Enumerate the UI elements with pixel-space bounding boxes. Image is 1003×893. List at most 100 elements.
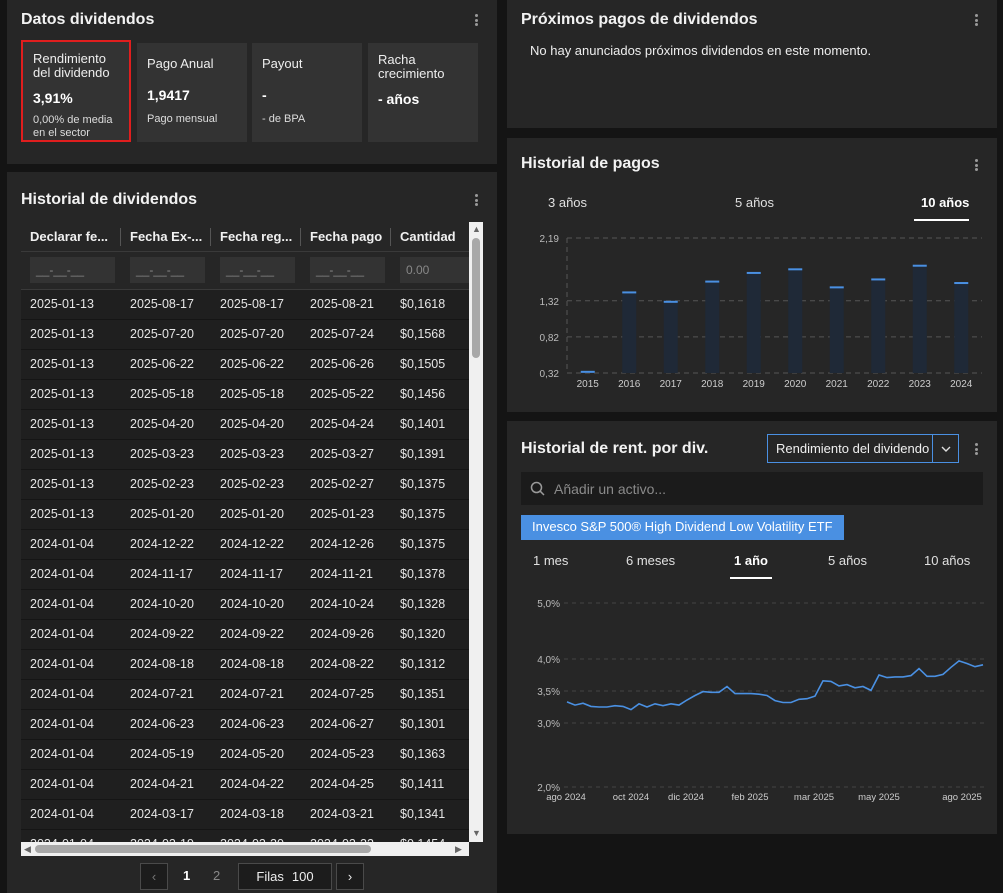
table-cell: 2024-01-04 [30,777,94,791]
table-row[interactable]: 2024-01-04 2024-04-21 2024-04-22 2024-04-25… [21,770,469,800]
filter-input[interactable]: __-__-__ [130,257,205,283]
table-cell: 2024-03-18 [220,807,284,821]
card-racha[interactable]: Racha crecimiento - años [368,43,478,142]
table-cell: $0,1375 [400,507,446,521]
card-payout[interactable]: Payout - - de BPA [252,43,362,142]
table-cell: $0,1301 [400,717,446,731]
y-tick-label: 1,32 [540,297,560,308]
active-tab-indicator [730,577,772,579]
x-tick-label: 2024 [950,379,973,390]
tab-5-anos[interactable]: 5 años [828,553,867,568]
table-cell: 2024-06-23 [220,717,284,731]
table-row[interactable]: 2024-01-04 2024-09-22 2024-09-22 2024-09-26… [21,620,469,650]
card-rendimiento[interactable]: Rendimiento del dividendo 3,91% 0,00% de… [21,40,131,142]
column-header[interactable]: Cantidad [400,229,456,244]
page-2[interactable]: 2 [213,868,220,883]
column-divider[interactable] [300,228,301,246]
asset-chip[interactable]: Invesco S&P 500® High Dividend Low Volat… [521,515,844,540]
tab-3-anos[interactable]: 3 años [548,195,587,210]
y-tick-label: 0,32 [540,369,560,380]
table-row[interactable]: 2024-01-042024-02-192024-02-202024-02-22… [21,830,469,842]
scrollbar-thumb[interactable] [35,845,371,853]
x-tick-label: 2022 [867,379,890,390]
column-header[interactable]: Declarar fe... [30,229,108,244]
filter-row: __-__-__ __-__-__ __-__-__ __-__-__ 0.00 [21,252,469,290]
card-label: Pago Anual [147,56,214,71]
table-row[interactable]: 2024-01-04 2024-10-20 2024-10-20 2024-10-24… [21,590,469,620]
datos-dividendos-title: Datos dividendos [21,11,155,28]
table-row[interactable]: 2025-01-13 2025-06-22 2025-06-22 2025-06-26… [21,350,469,380]
table-row[interactable]: 2024-01-04 2024-11-17 2024-11-17 2024-11-21… [21,560,469,590]
vertical-scrollbar[interactable]: ▲ ▼ [469,222,483,842]
table-cell: $0,1505 [400,357,446,371]
table-row[interactable]: 2025-01-13 2025-08-17 2025-08-17 2025-08-21… [21,290,469,320]
column-header[interactable]: Fecha Ex-... [130,229,202,244]
series-line [566,660,984,711]
more-options-icon[interactable] [471,12,481,28]
asset-search-box[interactable]: Añadir un activo... [521,472,983,505]
table-cell: 2025-04-24 [310,417,374,431]
column-header[interactable]: Fecha reg... [220,229,292,244]
metric-dropdown[interactable]: Rendimiento del dividendo [767,434,959,463]
historial-pagos-panel: Historial de pagos 3 años 5 años 10 años… [507,138,997,412]
table-row[interactable]: 2024-01-04 2024-08-18 2024-08-18 2024-08-22… [21,650,469,680]
tab-1-mes[interactable]: 1 mes [533,553,568,568]
column-divider[interactable] [120,228,121,246]
more-options-icon[interactable] [971,441,981,457]
table-row[interactable]: 2024-01-04 2024-03-17 2024-03-18 2024-03-21… [21,800,469,830]
table-cell: $0,1375 [400,537,446,551]
scroll-left-icon[interactable]: ◀ [24,844,31,855]
bar [580,370,595,373]
horizontal-scrollbar[interactable]: ◀ ▶ [21,842,469,856]
table-cell: $0,1312 [400,657,446,671]
page-1[interactable]: 1 [183,868,190,883]
table-row[interactable]: 2024-01-04 2024-06-23 2024-06-23 2024-06-27… [21,710,469,740]
table-row[interactable]: 2024-01-04 2024-05-19 2024-05-20 2024-05-23… [21,740,469,770]
column-divider[interactable] [210,228,211,246]
rows-per-page-select[interactable]: Filas 100 [238,863,332,890]
table-row[interactable]: 2025-01-13 2025-04-20 2025-04-20 2025-04-24… [21,410,469,440]
table-cell: 2024-01-04 [30,747,94,761]
scrollbar-thumb[interactable] [472,238,480,358]
y-tick-label: 3,5% [537,687,560,698]
scroll-down-icon[interactable]: ▼ [472,828,481,838]
card-sub: - de BPA [262,113,306,125]
more-options-icon[interactable] [971,157,981,173]
historial-rent-panel: Historial de rent. por div. Rendimiento … [507,421,997,834]
prev-page-button[interactable]: ‹ [140,863,168,890]
filter-input[interactable]: __-__-__ [30,257,115,283]
filter-input[interactable]: __-__-__ [220,257,295,283]
tab-1-ano[interactable]: 1 año [734,553,768,568]
table-cell: 2024-10-24 [310,597,374,611]
tab-5-anos[interactable]: 5 años [735,195,774,210]
table-cell: 2025-06-26 [310,357,374,371]
card-sub: 0,00% de media en el sector [33,114,113,139]
table-row[interactable]: 2024-01-04 2024-12-22 2024-12-22 2024-12-26… [21,530,469,560]
dividend-table: Declarar fe... Fecha Ex-... Fecha reg...… [21,222,469,842]
table-row[interactable]: 2024-01-04 2024-07-21 2024-07-21 2024-07-25… [21,680,469,710]
filter-input[interactable]: 0.00 [400,257,469,283]
x-tick-label: 2021 [826,379,849,390]
more-options-icon[interactable] [471,192,481,208]
table-cell: 2025-02-23 [130,477,194,491]
tab-10-anos[interactable]: 10 años [921,195,969,210]
column-divider[interactable] [390,228,391,246]
table-row[interactable]: 2025-01-13 2025-05-18 2025-05-18 2025-05-22… [21,380,469,410]
card-pago-anual[interactable]: Pago Anual 1,9417 Pago mensual [137,43,247,142]
table-row[interactable]: 2025-01-13 2025-01-20 2025-01-20 2025-01-23… [21,500,469,530]
table-cell: $0,1351 [400,687,446,701]
table-row[interactable]: 2025-01-13 2025-02-23 2025-02-23 2025-02-27… [21,470,469,500]
tab-10-anos[interactable]: 10 años [924,553,970,568]
column-header[interactable]: Fecha pago [310,229,382,244]
more-options-icon[interactable] [971,12,981,28]
filter-input[interactable]: __-__-__ [310,257,385,283]
tab-6-meses[interactable]: 6 meses [626,553,675,568]
table-row[interactable]: 2025-01-13 2025-03-23 2025-03-23 2025-03-27… [21,440,469,470]
table-row[interactable]: 2025-01-13 2025-07-20 2025-07-20 2025-07-24… [21,320,469,350]
scroll-up-icon[interactable]: ▲ [472,224,481,234]
table-cell: 2025-01-13 [30,507,94,521]
scroll-right-icon[interactable]: ▶ [455,844,462,855]
next-page-button[interactable]: › [336,863,364,890]
rows-value: 100 [291,869,314,884]
x-tick-label: mar 2025 [794,792,834,803]
